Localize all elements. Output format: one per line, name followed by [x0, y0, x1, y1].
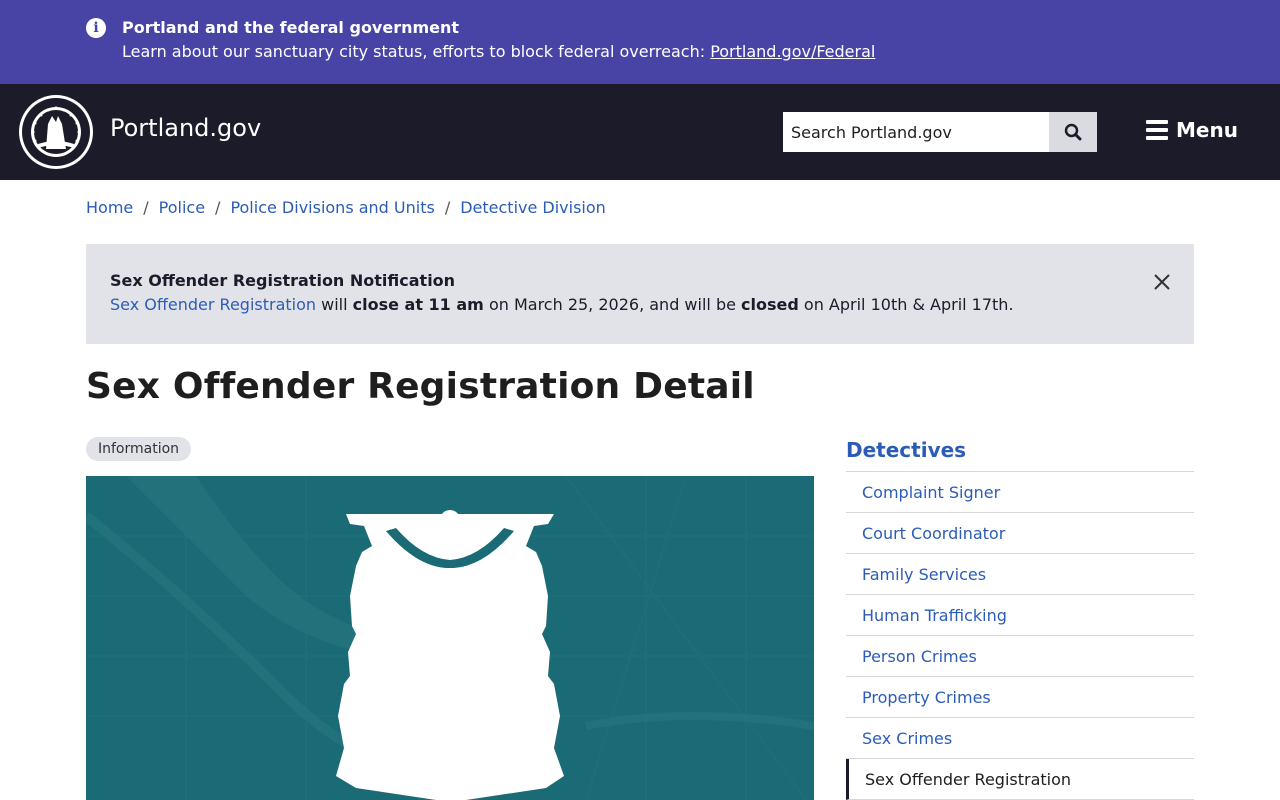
breadcrumb-detective[interactable]: Detective Division [460, 198, 606, 217]
federal-banner-body: Learn about our sanctuary city status, e… [122, 42, 711, 61]
alert-title: Sex Offender Registration Notification [110, 271, 456, 290]
sidebar-link[interactable]: Complaint Signer [862, 483, 1000, 502]
info-icon: i [86, 18, 106, 38]
seal-logo[interactable] [18, 94, 94, 170]
police-badge-icon [336, 510, 564, 800]
hero-image [86, 476, 814, 800]
site-name[interactable]: Portland.gov [110, 114, 261, 142]
alert-link[interactable]: Sex Offender Registration [110, 295, 316, 314]
search-icon [1064, 123, 1082, 141]
breadcrumb-home[interactable]: Home [86, 198, 133, 217]
sidebar-item-sex-crimes[interactable]: Sex Crimes [846, 718, 1194, 759]
sidebar-item-complaint-signer[interactable]: Complaint Signer [846, 472, 1194, 513]
search-input[interactable] [783, 112, 1049, 152]
sidebar-item-sex-offender-registration[interactable]: Sex Offender Registration [846, 759, 1194, 800]
hamburger-icon [1146, 120, 1168, 140]
sidebar-item-human-trafficking[interactable]: Human Trafficking [846, 595, 1194, 636]
alert-bold-1: close at 11 am [352, 295, 484, 314]
sidebar-link[interactable]: Family Services [862, 565, 986, 584]
breadcrumb-divisions[interactable]: Police Divisions and Units [230, 198, 434, 217]
page-title: Sex Offender Registration Detail [86, 366, 755, 407]
alert-body: Sex Offender Registration will close at … [110, 295, 1014, 314]
search-button[interactable] [1049, 112, 1097, 152]
menu-label: Menu [1176, 118, 1238, 142]
sidebar-title[interactable]: Detectives [846, 432, 1194, 472]
map-background [86, 476, 814, 800]
sidebar-link[interactable]: Court Coordinator [862, 524, 1005, 543]
sidebar-nav: Detectives Complaint Signer Court Coordi… [846, 432, 1194, 800]
content-type-badge: Information [86, 437, 192, 461]
sidebar-link-active[interactable]: Sex Offender Registration [865, 770, 1071, 789]
search-box [783, 112, 1097, 152]
federal-link[interactable]: Portland.gov/Federal [710, 42, 875, 61]
sidebar-item-property-crimes[interactable]: Property Crimes [846, 677, 1194, 718]
breadcrumb: Home / Police / Police Divisions and Uni… [86, 198, 606, 217]
sidebar-link[interactable]: Sex Crimes [862, 729, 952, 748]
sidebar-link[interactable]: Property Crimes [862, 688, 991, 707]
breadcrumb-separator: / [215, 198, 221, 217]
menu-button[interactable]: Menu [1146, 118, 1238, 142]
breadcrumb-separator: / [143, 198, 149, 217]
federal-banner: i Portland and the federal government Le… [0, 0, 1280, 84]
sidebar-link[interactable]: Person Crimes [862, 647, 977, 666]
breadcrumb-separator: / [444, 198, 451, 217]
alert-bold-2: closed [741, 295, 799, 314]
close-icon[interactable] [1152, 272, 1172, 292]
site-header: Portland.gov Menu [0, 84, 1280, 180]
sidebar-link[interactable]: Human Trafficking [862, 606, 1007, 625]
federal-banner-title: Portland and the federal government [122, 18, 460, 37]
sidebar-item-family-services[interactable]: Family Services [846, 554, 1194, 595]
alert-text-1: will [316, 295, 353, 314]
alert-text-2: on March 25, 2026, and will be [483, 295, 742, 314]
breadcrumb-police[interactable]: Police [159, 198, 205, 217]
notification-alert: Sex Offender Registration Notification S… [86, 244, 1194, 344]
alert-text-3: on April 10th & April 17th. [798, 295, 1014, 314]
sidebar-item-court-coordinator[interactable]: Court Coordinator [846, 513, 1194, 554]
federal-banner-text: Learn about our sanctuary city status, e… [122, 42, 875, 61]
sidebar-item-person-crimes[interactable]: Person Crimes [846, 636, 1194, 677]
